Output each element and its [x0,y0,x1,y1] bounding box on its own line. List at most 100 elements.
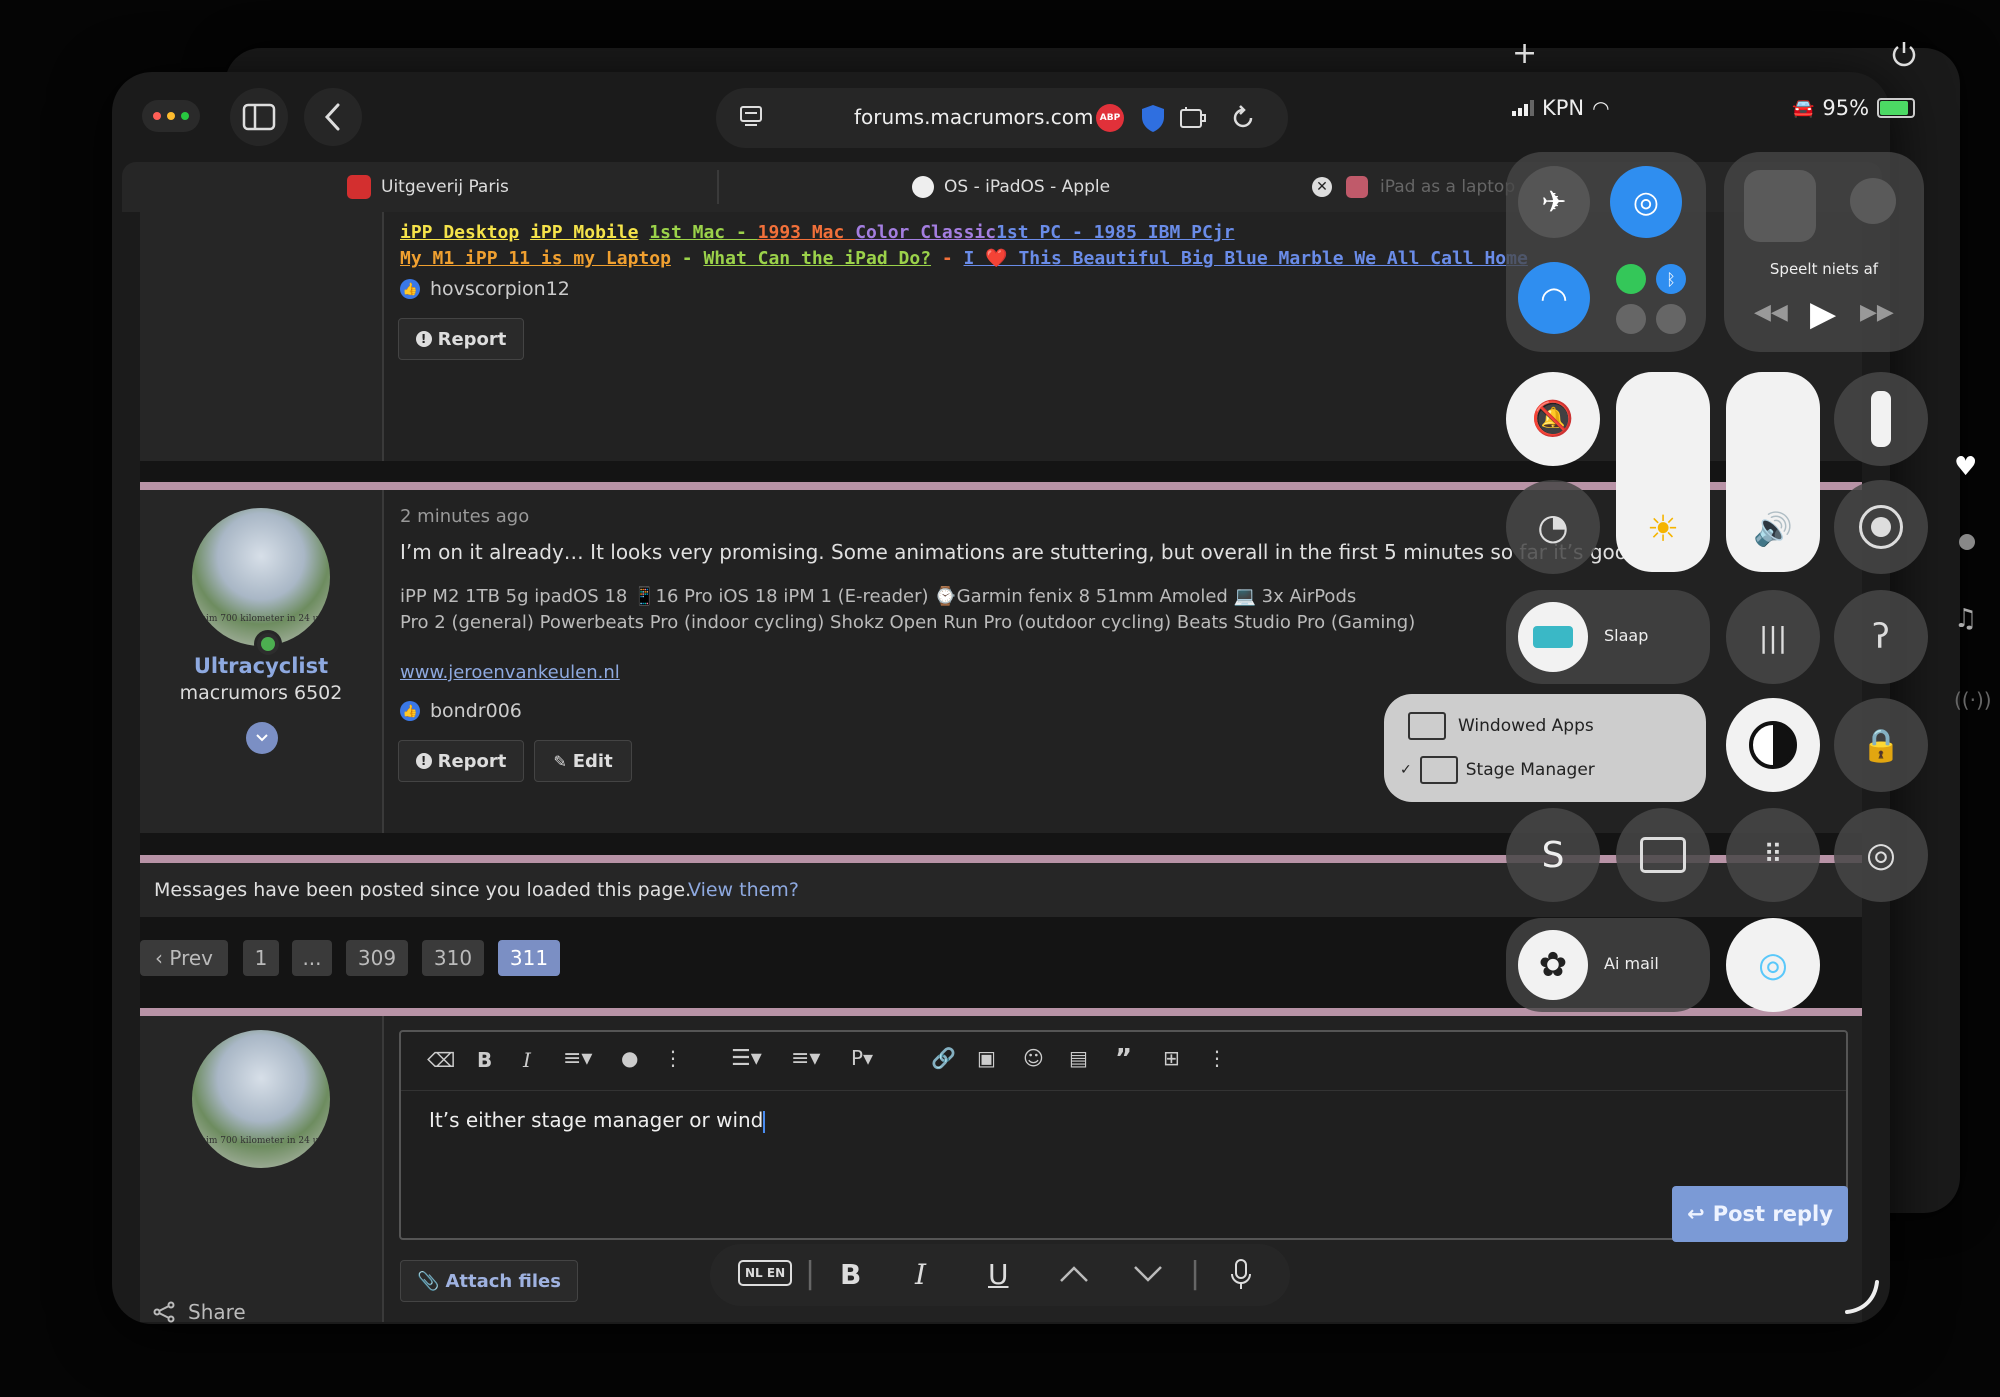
bold-icon[interactable]: B [477,1048,492,1072]
remote-toggle[interactable] [1834,372,1928,466]
page-ellipsis-button[interactable]: ... [292,940,332,976]
focus-module[interactable]: Slaap [1506,590,1710,684]
page-309-button[interactable]: 309 [346,940,408,976]
page-dot-icon[interactable] [1959,534,1975,550]
palette-icon[interactable]: ● [621,1046,638,1070]
more-options-icon[interactable]: ⋮ [663,1046,683,1070]
keyboard-brightness-toggle[interactable]: ⠿ [1726,808,1820,902]
heart-icon[interactable]: ♥ [1954,452,1977,482]
sig-link[interactable]: 1993 Mac [758,222,856,243]
reaction-user[interactable]: hovscorpion12 [430,278,570,300]
view-them-link[interactable]: View them? [688,879,799,901]
signature-website-link[interactable]: www.jeroenvankeulen.nl [400,662,620,683]
report-button[interactable]: ! Report [398,318,524,360]
sidebar-toggle-button[interactable] [230,88,288,146]
brightness-slider[interactable]: ☀ [1616,372,1710,572]
edit-button[interactable]: ✎ Edit [534,740,632,782]
now-playing-module[interactable]: Speelt niets af ◀◀ ▶ ▶▶ [1724,152,1924,352]
hotspot-toggle[interactable]: ◎ [1834,808,1928,902]
table-icon[interactable]: ⊞ [1163,1046,1180,1070]
media-icon[interactable]: ▤ [1069,1046,1088,1070]
stage-manager-icon [1419,756,1458,784]
quote-icon[interactable]: ” [1115,1044,1132,1074]
connectivity-page-icon[interactable]: ((·)) [1954,688,1992,712]
sig-link[interactable]: Color Classic [855,222,996,243]
signature-line-1: iPP Desktop iPP Mobile 1st Mac - 1993 Ma… [400,222,1235,243]
satellite-toggle[interactable] [1656,304,1686,334]
play-icon[interactable]: ▶ [1810,294,1836,334]
page-310-button[interactable]: 310 [422,940,484,976]
image-icon[interactable]: ▣ [977,1046,996,1070]
sig-link[interactable]: iPP Mobile [530,222,638,243]
shield-icon[interactable] [1140,103,1166,133]
add-control-icon[interactable]: + [1512,36,1537,71]
stage-manager-option[interactable]: ✓ Stage Manager [1400,756,1595,784]
reaction-summary[interactable]: 👍 hovscorpion12 [400,278,570,300]
rotation-lock-toggle[interactable]: 🔒 [1834,698,1928,792]
reaction-summary[interactable]: 👍 bondr006 [400,700,522,722]
underline-button[interactable]: U [988,1258,1009,1291]
link-icon[interactable]: 🔗 [931,1046,956,1070]
bluetooth-icon[interactable]: ᛒ [1656,264,1686,294]
attach-files-button[interactable]: 📎 Attach files [400,1260,578,1302]
back-button[interactable] [304,88,362,146]
sound-recognition-toggle[interactable]: ||| [1726,590,1820,684]
airdrop-toggle[interactable]: ◎ [1610,166,1682,238]
expand-user-button[interactable] [246,722,278,754]
sig-link[interactable]: What Can the iPad Do? [703,248,931,269]
page-311-button[interactable]: 311 [498,940,560,976]
report-button[interactable]: ! Report [398,740,524,782]
screen-recording-toggle[interactable] [1834,480,1928,574]
rewind-icon[interactable]: ◀◀ [1754,300,1788,325]
bold-button[interactable]: B [840,1258,861,1291]
shazam-toggle[interactable]: S [1506,808,1600,902]
music-note-icon[interactable]: ♫ [1954,604,1977,634]
align-icon[interactable]: ≡▾ [791,1046,820,1071]
wifi-toggle[interactable]: ◠ [1518,262,1590,334]
list-icon[interactable]: ☰▾ [731,1046,762,1071]
avatar[interactable]: Ruim 700 kilometer in 24 uur [192,508,330,646]
airdrop-receiving-toggle[interactable]: ◎ [1726,918,1820,1012]
volume-slider[interactable]: 🔊 [1726,372,1820,572]
power-icon[interactable] [1890,40,1918,68]
vpn-toggle[interactable] [1616,304,1646,334]
reaction-user[interactable]: bondr006 [430,700,522,722]
timer-toggle[interactable]: ◔ [1506,480,1600,574]
reply-text[interactable]: It’s either stage manager or wind [429,1108,766,1133]
window-menu-button[interactable] [142,100,200,132]
windowed-apps-option[interactable]: Windowed Apps [1408,712,1594,740]
dark-mode-toggle[interactable] [1726,698,1820,792]
language-switch-button[interactable]: NL EN [738,1260,793,1286]
sig-link[interactable]: My M1 iPP 11 is my Laptop [400,248,671,269]
url-text: forums.macrumors.com [854,105,1094,129]
page-1-button[interactable]: 1 [243,940,279,976]
fast-forward-icon[interactable]: ▶▶ [1860,300,1894,325]
silent-mode-toggle[interactable]: 🔕 [1506,372,1600,466]
text-style-icon[interactable]: ≡▾ [563,1046,592,1071]
chevron-up-icon[interactable] [1058,1264,1090,1284]
chevron-down-icon[interactable] [1132,1264,1164,1284]
chevron-down-icon [256,734,268,742]
cellular-toggle[interactable] [1616,264,1646,294]
paragraph-icon[interactable]: P▾ [851,1046,873,1070]
italic-button[interactable]: I [915,1258,926,1291]
adblock-icon[interactable]: ABP [1096,104,1124,132]
italic-icon[interactable]: I [523,1048,531,1072]
sig-link[interactable]: 1st PC - 1985 IBM PCjr [996,222,1234,243]
post-timestamp[interactable]: 2 minutes ago [400,506,529,527]
sig-link[interactable]: 1st Mac - [649,222,757,243]
airplane-mode-toggle[interactable]: ✈ [1518,166,1590,238]
ai-mail-module[interactable]: ✿ Ai mail [1506,918,1710,1012]
page-menu-icon[interactable] [738,104,764,130]
sig-link[interactable]: iPP Desktop [400,222,519,243]
tab-uitgeverij-paris[interactable]: Uitgeverij Paris [347,162,509,212]
username[interactable]: Ultracyclist [140,654,382,678]
airplay-device-icon[interactable] [1850,178,1896,224]
share-button[interactable]: Share [152,1300,246,1324]
smiley-icon[interactable]: ☺ [1023,1046,1044,1070]
eraser-icon[interactable]: ⌫ [427,1048,455,1072]
tab-ipados-apple[interactable]: OS - iPadOS - Apple [912,162,1110,212]
screen-mirroring-toggle[interactable] [1616,808,1710,902]
hearing-toggle[interactable]: ʔ [1834,590,1928,684]
prev-page-button[interactable]: ‹ Prev [140,940,228,976]
